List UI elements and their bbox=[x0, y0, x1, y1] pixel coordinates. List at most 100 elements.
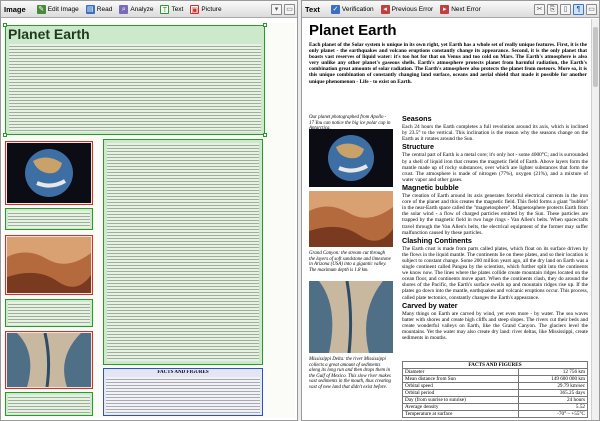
resize-handle[interactable] bbox=[263, 133, 267, 137]
table-cell: 29.79 km/sec bbox=[518, 382, 588, 390]
canyon-photo bbox=[7, 237, 91, 293]
picture-area-button[interactable]: ▣ Picture bbox=[187, 3, 224, 16]
table-title: FACTS AND FIGURES bbox=[402, 361, 588, 369]
table-cell: 12 756 km bbox=[518, 368, 588, 376]
previous-error-icon: ◂ bbox=[380, 4, 390, 14]
section-heading: Clashing Continents bbox=[402, 235, 472, 245]
table-cell: Day (from sunrise to sunrise) bbox=[401, 396, 520, 404]
picture-area-label: Picture bbox=[201, 5, 222, 13]
section-text: Each 24 hours the Earth completes a full… bbox=[402, 124, 588, 143]
text-area-icon: T bbox=[160, 4, 170, 14]
facts-table: FACTS AND FIGURES Diameter 12 756 km Mean… bbox=[401, 361, 588, 418]
text-toolbar: Text ✓ Verification ◂ Previous Error ▸ N… bbox=[302, 1, 599, 18]
table-cell: Mean distance from Sun bbox=[401, 375, 520, 383]
scan-title: Planet Earth bbox=[8, 26, 90, 42]
resize-handle[interactable] bbox=[263, 23, 267, 27]
table-cell: Temperature at surface bbox=[401, 410, 520, 418]
doc-caption-3: Mississippi Delta: the river Mississippi… bbox=[309, 357, 391, 390]
canyon-photo bbox=[309, 191, 393, 247]
section-text: The creation of Earth around its axis ge… bbox=[402, 193, 588, 236]
table-cell: Orbital period bbox=[401, 389, 520, 397]
picture-block-canyon[interactable] bbox=[5, 235, 93, 295]
table-row: Average density 5.52 bbox=[401, 403, 588, 411]
scanned-page: Planet Earth FACTS AND FIGURES bbox=[3, 23, 295, 418]
section-heading: Seasons bbox=[402, 114, 432, 123]
edit-image-label: Edit Image bbox=[47, 5, 79, 13]
table-row: Orbital period 365.25 days bbox=[401, 389, 588, 397]
section-text: The Earth crust is made from parts calle… bbox=[402, 245, 588, 301]
table-cell: Orbital speed bbox=[401, 382, 520, 390]
delta-photo bbox=[309, 281, 393, 353]
text-block-body[interactable] bbox=[103, 139, 263, 365]
doc-intro: Each planet of the Solar system is uniqu… bbox=[309, 42, 587, 85]
cut-icon[interactable]: ✂ bbox=[534, 3, 545, 15]
resize-handle[interactable] bbox=[3, 133, 7, 137]
section-heading: Magnetic bubble bbox=[402, 182, 459, 192]
text-pane-title: Text bbox=[305, 4, 320, 14]
scrollbar-thumb[interactable] bbox=[593, 27, 598, 87]
table-row: Diameter 12 756 km bbox=[401, 368, 588, 376]
analyze-button[interactable]: ⌕ Analyze bbox=[116, 3, 156, 16]
doc-title: Planet Earth bbox=[309, 22, 397, 39]
earth-photo bbox=[7, 143, 91, 203]
text-block-title[interactable]: Planet Earth bbox=[3, 23, 267, 137]
table-row: Temperature at surface -70° – +55°C bbox=[401, 410, 588, 418]
table-block-facts[interactable]: FACTS AND FIGURES bbox=[103, 368, 263, 416]
copy-icon[interactable]: ⎘ bbox=[547, 3, 558, 15]
verification-label: Verification bbox=[341, 5, 374, 13]
table-cell: 365.25 days bbox=[518, 389, 588, 397]
earth-photo bbox=[309, 129, 393, 187]
facts-table-wrap: FACTS AND FIGURES Diameter 12 756 km Mean… bbox=[401, 361, 588, 418]
image-pane-title: Image bbox=[4, 4, 26, 14]
show-formatting-icon[interactable]: ¶ bbox=[573, 3, 584, 15]
zoom-icon[interactable]: ▭ bbox=[586, 3, 597, 15]
doc-caption-2: Grand Canyon: the stream cut through the… bbox=[309, 251, 391, 273]
resize-handle[interactable] bbox=[3, 23, 7, 27]
section-text: Many things on Earth are carved by wind,… bbox=[402, 310, 588, 342]
paste-icon[interactable]: ▯ bbox=[560, 3, 571, 15]
analyze-icon: ⌕ bbox=[119, 4, 129, 14]
previous-error-button[interactable]: ◂ Previous Error bbox=[378, 3, 437, 16]
scanned-page-view[interactable]: Planet Earth FACTS AND FIGURES bbox=[1, 19, 297, 420]
picture-area-icon: ▣ bbox=[190, 4, 200, 14]
table-cell: 24 hours bbox=[518, 396, 588, 404]
section-heading: Carved by water bbox=[402, 300, 458, 310]
next-error-icon: ▸ bbox=[440, 4, 450, 14]
verification-icon: ✓ bbox=[330, 4, 340, 14]
doc-body-column: Seasons Each 24 hours the Earth complete… bbox=[402, 114, 588, 342]
read-button[interactable]: ▤ Read bbox=[83, 3, 116, 16]
section-text: The central part of Earth is a metal cor… bbox=[402, 152, 588, 183]
zoom-icon[interactable]: ▭ bbox=[284, 3, 295, 15]
table-cell: Diameter bbox=[401, 368, 520, 376]
table-cell: -70° – +55°C bbox=[518, 410, 588, 418]
table-cell: Average density bbox=[401, 403, 520, 411]
read-icon: ▤ bbox=[85, 4, 95, 14]
table-row: Day (from sunrise to sunrise) 24 hours bbox=[401, 396, 588, 404]
text-pane: Text ✓ Verification ◂ Previous Error ▸ N… bbox=[301, 0, 600, 421]
table-cell: 149 600 000 km bbox=[518, 375, 588, 383]
text-area-label: Text bbox=[171, 5, 184, 13]
recognized-text-view[interactable]: Planet Earth Each planet of the Solar sy… bbox=[302, 19, 591, 420]
edit-image-button[interactable]: ✎ Edit Image bbox=[34, 3, 82, 16]
text-area-button[interactable]: T Text bbox=[157, 3, 186, 16]
verification-button[interactable]: ✓ Verification bbox=[328, 3, 377, 16]
caption-block-3[interactable] bbox=[5, 392, 93, 416]
image-pane: Image ✎ Edit Image ▤ Read ⌕ Analyze T Te… bbox=[0, 0, 298, 421]
delta-photo bbox=[7, 333, 91, 387]
picture-block-earth[interactable] bbox=[5, 141, 93, 205]
next-error-label: Next Error bbox=[451, 5, 481, 13]
area-menu-icon[interactable]: ▾ bbox=[271, 3, 282, 15]
edit-image-icon: ✎ bbox=[36, 4, 46, 14]
text-vertical-scrollbar[interactable] bbox=[591, 19, 599, 420]
table-row: Mean distance from Sun 149 600 000 km bbox=[401, 375, 588, 383]
previous-error-label: Previous Error bbox=[391, 5, 434, 13]
section-heading: Structure bbox=[402, 142, 434, 152]
caption-block-2[interactable] bbox=[5, 299, 93, 327]
read-label: Read bbox=[96, 5, 113, 13]
table-row: Orbital speed 29.79 km/sec bbox=[401, 382, 588, 390]
caption-block-1[interactable] bbox=[5, 208, 93, 230]
scan-table-title: FACTS AND FIGURES bbox=[157, 370, 209, 375]
picture-block-delta[interactable] bbox=[5, 331, 93, 389]
table-cell: 5.52 bbox=[518, 403, 588, 411]
next-error-button[interactable]: ▸ Next Error bbox=[437, 3, 484, 16]
